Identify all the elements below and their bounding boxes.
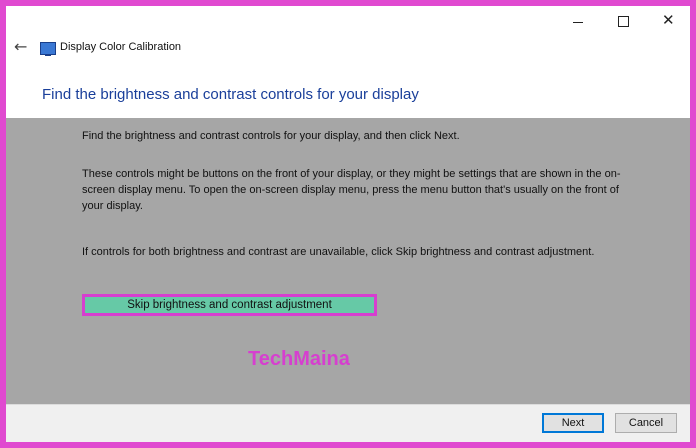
close-icon: ✕ [662,11,675,29]
footer-bar: Next Cancel [6,404,690,442]
watermark: TechMaina [248,348,350,370]
calibration-window: ✕ ← Display Color Calibration Find the b… [6,6,690,442]
nav-row: ← Display Color Calibration [6,34,690,62]
skip-adjustment-button[interactable]: Skip brightness and contrast adjustment [82,294,377,316]
back-arrow-icon[interactable]: ← [14,37,27,56]
display-calibration-icon [40,42,56,56]
instruction-text-3: If controls for both brightness and cont… [82,246,595,258]
app-title: Display Color Calibration [60,41,182,53]
next-button[interactable]: Next [542,413,604,433]
cancel-button[interactable]: Cancel [615,413,677,433]
maximize-button[interactable] [600,6,646,36]
title-bar: ✕ [6,6,690,36]
instruction-text-1: Find the brightness and contrast control… [82,130,460,142]
minimize-button[interactable] [554,6,600,36]
close-button[interactable]: ✕ [646,6,690,36]
content-area: Find the brightness and contrast control… [6,118,690,404]
instruction-text-2: These controls might be buttons on the f… [82,168,621,212]
minimize-icon [573,22,583,23]
page-heading: Find the brightness and contrast control… [42,86,419,103]
maximize-icon [618,16,629,27]
